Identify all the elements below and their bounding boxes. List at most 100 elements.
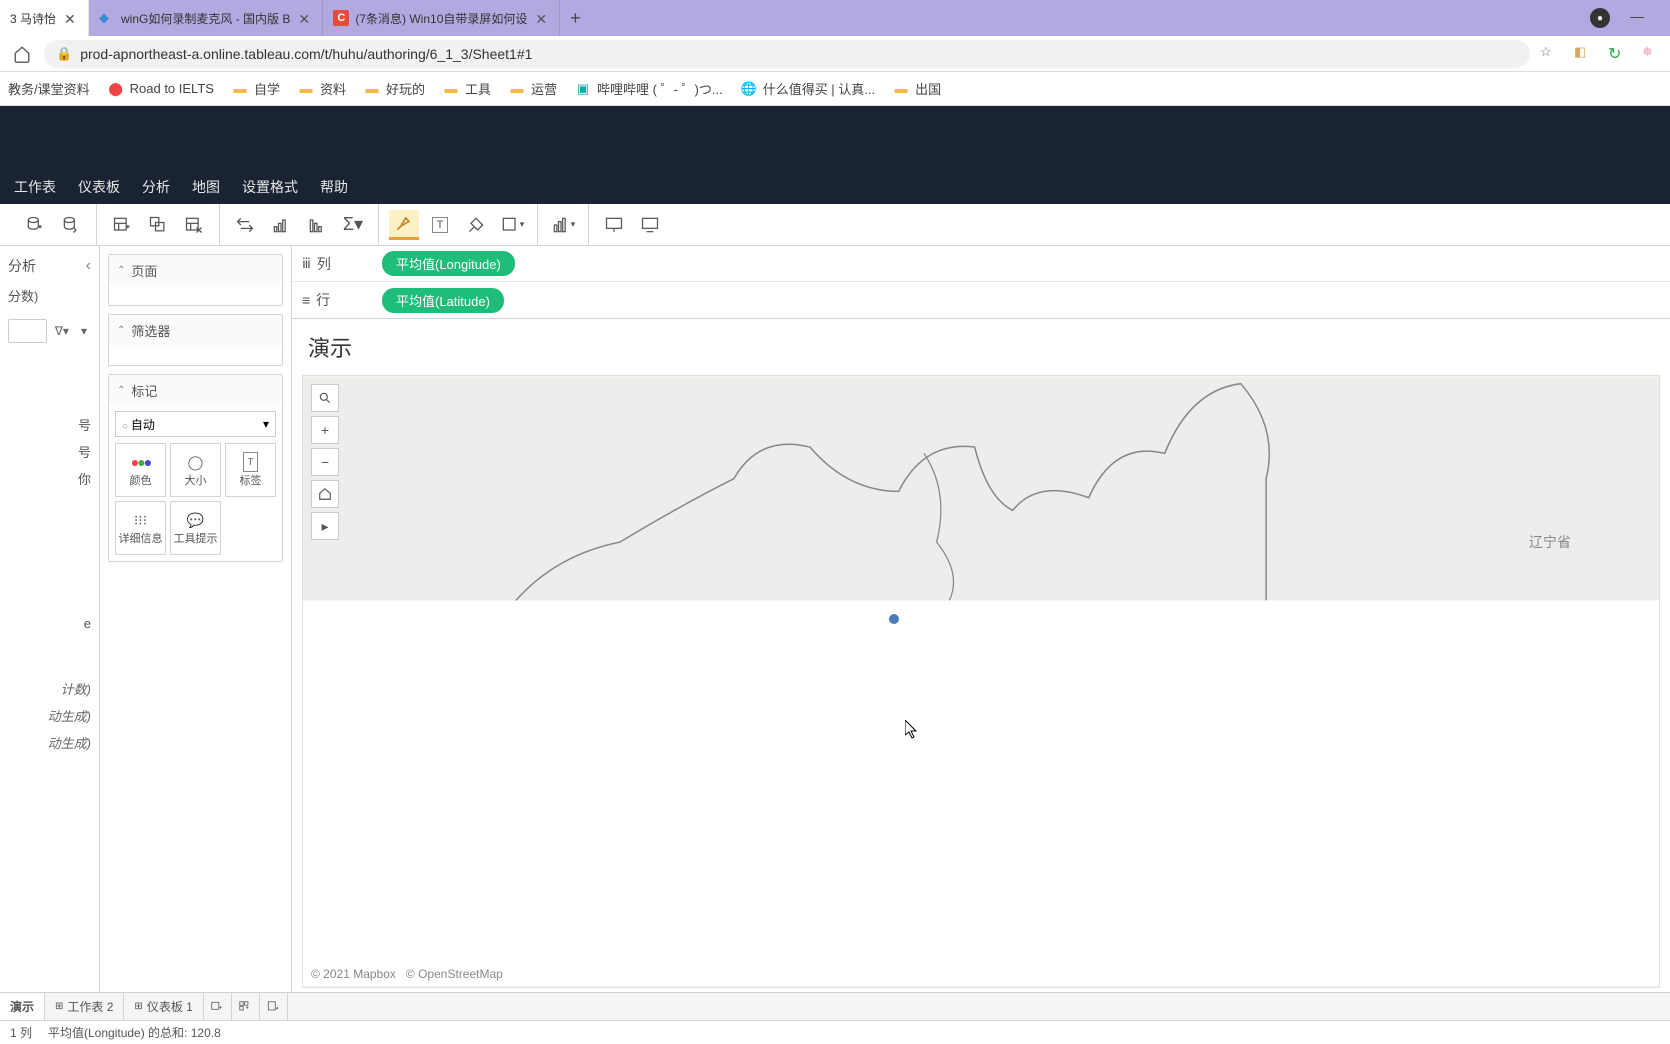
marks-header[interactable]: ⌃标记	[109, 375, 282, 405]
home-icon[interactable]	[8, 40, 36, 68]
data-source[interactable]: 分数)	[8, 280, 91, 311]
marks-type-select[interactable]: ○ 自动 ▾	[115, 411, 276, 437]
cursor-icon	[905, 720, 921, 745]
menu-worksheet[interactable]: 工作表	[14, 177, 56, 197]
marks-detail-button[interactable]: ⁝⁝⁝详细信息	[115, 501, 166, 555]
bookmark-item[interactable]: ▬资料	[298, 79, 346, 98]
marks-card: ⌃标记 ○ 自动 ▾ ●●●颜色 ◯大小 T标签 ⁝⁝⁝详细信息 💬工具提示	[108, 374, 283, 562]
tab-favicon: ◆	[99, 10, 115, 26]
lock-icon: 🔒	[56, 46, 72, 62]
clear-button[interactable]	[179, 210, 209, 240]
color-icon: ●●●	[131, 452, 150, 472]
columns-icon: ⅲ	[302, 255, 311, 272]
label-button[interactable]: T	[425, 210, 455, 240]
marks-color-button[interactable]: ●●●颜色	[115, 443, 166, 497]
worksheet-icon: ⊞	[55, 1001, 63, 1012]
user-icon[interactable]: ●	[1590, 8, 1610, 28]
menu-format[interactable]: 设置格式	[242, 177, 298, 197]
measure-field[interactable]: e	[8, 612, 91, 635]
rows-shelf[interactable]: ≡行 平均值(Latitude)	[292, 282, 1670, 318]
format-button[interactable]	[461, 210, 491, 240]
chevron-icon: ⌃	[117, 265, 125, 276]
dropdown-icon[interactable]: ▾	[77, 324, 91, 338]
map-tools-button[interactable]: ▸	[311, 512, 339, 540]
menu-analysis[interactable]: 分析	[142, 177, 170, 197]
menu-map[interactable]: 地图	[192, 177, 220, 197]
sort-asc-button[interactable]	[266, 210, 296, 240]
columns-shelf[interactable]: ⅲ列 平均值(Longitude)	[292, 246, 1670, 282]
marks-size-button[interactable]: ◯大小	[170, 443, 221, 497]
extension-icon-2[interactable]: ❅	[1642, 44, 1662, 64]
filters-header[interactable]: ⌃筛选器	[109, 315, 282, 345]
globe-icon: 🌐	[741, 81, 757, 97]
refresh-icon[interactable]: ↻	[1608, 44, 1628, 64]
map-region-label: 辽宁省	[1529, 532, 1571, 552]
viz-title[interactable]: 演示	[292, 319, 1670, 375]
generated-field[interactable]: 动生成)	[8, 702, 91, 729]
filter-icon[interactable]: ∇▾	[51, 324, 73, 338]
browser-tab-1[interactable]: 3 马诗怡 ✕	[0, 0, 89, 36]
map-canvas[interactable]: + − ▸ 辽宁省 © 2021 Mapbox © OpenStreetMap	[302, 375, 1660, 988]
show-me-button[interactable]: ▾	[548, 210, 578, 240]
extension-icon-1[interactable]: ◧	[1574, 44, 1594, 64]
chevron-down-icon: ▾	[263, 417, 269, 431]
bookmarks-bar: 教务/课堂资料 ⬤Road to IELTS ▬自学 ▬资料 ▬好玩的 ▬工具 …	[0, 72, 1670, 106]
marks-label-button[interactable]: T标签	[225, 443, 276, 497]
menu-help[interactable]: 帮助	[320, 177, 348, 197]
rows-pill[interactable]: 平均值(Latitude)	[382, 288, 504, 313]
star-icon[interactable]: ☆	[1540, 44, 1560, 64]
dimension-field[interactable]: 你	[8, 465, 91, 492]
bookmark-item[interactable]: ▬好玩的	[364, 79, 425, 98]
refresh-data-button[interactable]	[56, 210, 86, 240]
map-zoom-out-button[interactable]: −	[311, 448, 339, 476]
device-preview-button[interactable]	[635, 210, 665, 240]
close-icon[interactable]: ✕	[535, 11, 549, 25]
dimension-field[interactable]: 号	[8, 411, 91, 438]
bookmark-item[interactable]: ▬出国	[893, 79, 941, 98]
highlight-button[interactable]	[389, 210, 419, 240]
new-story-tab[interactable]	[260, 993, 288, 1020]
bookmark-item[interactable]: 教务/课堂资料	[8, 79, 90, 98]
menu-dashboard[interactable]: 仪表板	[78, 177, 120, 197]
generated-field[interactable]: 动生成)	[8, 729, 91, 756]
generated-field[interactable]: 计数)	[8, 675, 91, 702]
map-data-point[interactable]	[889, 614, 899, 624]
totals-button[interactable]: Σ▾	[338, 210, 368, 240]
new-data-source-button[interactable]	[20, 210, 50, 240]
marks-tooltip-button[interactable]: 💬工具提示	[170, 501, 221, 555]
pages-header[interactable]: ⌃页面	[109, 255, 282, 285]
bookmark-item[interactable]: ▬运营	[509, 79, 557, 98]
minimize-button[interactable]: —	[1630, 8, 1650, 28]
swap-button[interactable]	[230, 210, 260, 240]
bookmark-item[interactable]: ▣哔哩哔哩 ( ゜- ゜)つ...	[575, 79, 723, 98]
sheet-tab-1[interactable]: 演示	[0, 993, 45, 1020]
browser-tab-2[interactable]: ◆ winG如何录制麦克风 - 国内版 B ✕	[89, 0, 323, 36]
columns-pill[interactable]: 平均值(Longitude)	[382, 251, 515, 276]
bookmark-item[interactable]: ▬自学	[232, 79, 280, 98]
browser-tab-3[interactable]: C (7条消息) Win10自带录屏如何设 ✕	[323, 0, 560, 36]
new-worksheet-tab[interactable]	[204, 993, 232, 1020]
bookmark-item[interactable]: ▬工具	[443, 79, 491, 98]
map-search-button[interactable]	[311, 384, 339, 412]
sheet-tab-2[interactable]: ⊞工作表 2	[45, 993, 124, 1020]
new-tab-button[interactable]: +	[560, 3, 590, 33]
map-zoom-in-button[interactable]: +	[311, 416, 339, 444]
sheet-tab-3[interactable]: ⊞仪表板 1	[124, 993, 203, 1020]
new-worksheet-button[interactable]	[107, 210, 137, 240]
presentation-button[interactable]	[599, 210, 629, 240]
dimension-field[interactable]: 号	[8, 438, 91, 465]
close-icon[interactable]: ✕	[64, 11, 78, 25]
close-icon[interactable]: ✕	[298, 11, 312, 25]
bookmark-item[interactable]: ⬤Road to IELTS	[108, 81, 214, 97]
fit-button[interactable]: ▾	[497, 210, 527, 240]
duplicate-button[interactable]	[143, 210, 173, 240]
new-dashboard-tab[interactable]	[232, 993, 260, 1020]
url-input[interactable]: 🔒 prod-apnortheast-a.online.tableau.com/…	[44, 40, 1530, 68]
window-controls: ● —	[1590, 8, 1670, 28]
collapse-icon[interactable]: ‹	[86, 257, 91, 275]
sort-desc-button[interactable]	[302, 210, 332, 240]
search-input[interactable]	[8, 319, 47, 343]
data-pane: 分析 ‹ 分数) ∇▾ ▾ 号 号 你 e 计数) 动生成) 动生成)	[0, 246, 100, 992]
map-home-button[interactable]	[311, 480, 339, 508]
bookmark-item[interactable]: 🌐什么值得买 | 认真...	[741, 79, 875, 98]
